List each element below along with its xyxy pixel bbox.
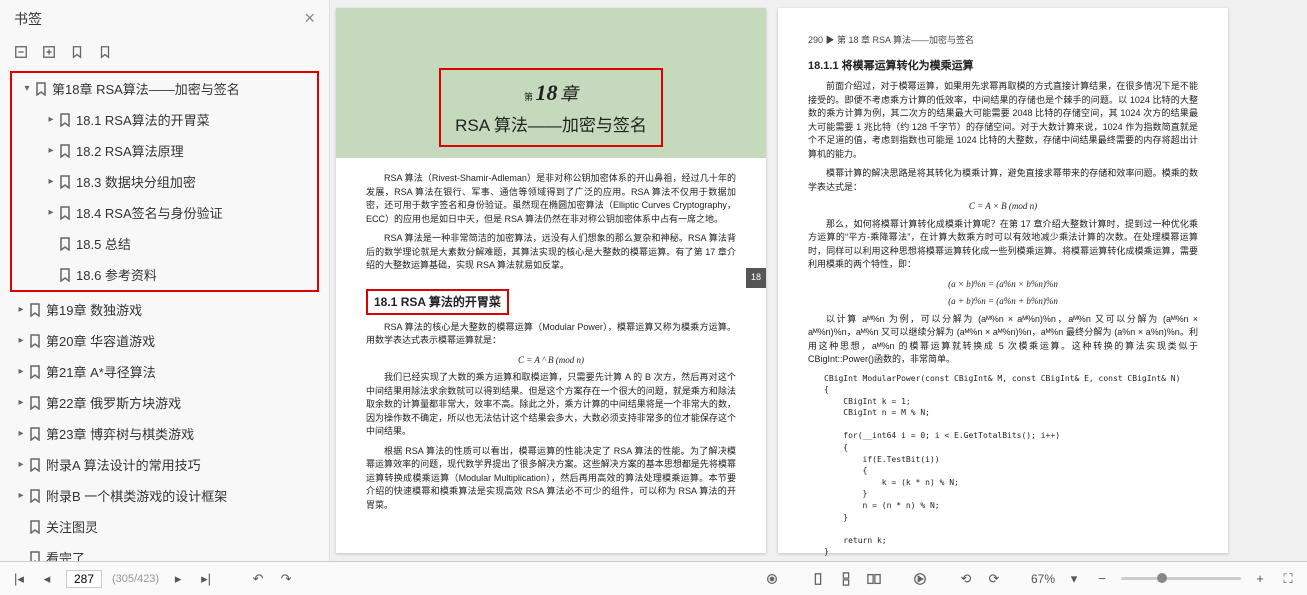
zoom-level[interactable]: 67% xyxy=(1031,572,1055,586)
read-mode-icon[interactable] xyxy=(763,571,781,587)
rotate-left-icon[interactable]: ⟲ xyxy=(957,571,975,587)
section-heading: 18.1 RSA 算法的开胃菜 xyxy=(366,289,509,315)
bookmark-glyph-icon xyxy=(58,175,72,189)
zoom-out-icon[interactable]: − xyxy=(1093,571,1111,586)
bookmark-glyph-icon xyxy=(28,520,42,534)
bookmark-item[interactable]: ▸ 18.4 RSA签名与身份验证 xyxy=(12,197,317,228)
prev-page-icon[interactable]: ◂ xyxy=(38,571,56,587)
bookmark-item[interactable]: ▾ 第18章 RSA算法——加密与签名 xyxy=(12,73,317,104)
last-page-icon[interactable]: ▸| xyxy=(197,571,215,587)
chapter-title-block: 第 18 章 RSA 算法——加密与签名 xyxy=(439,68,663,147)
bookmark-item[interactable]: ▸ 附录B 一个棋类游戏的设计框架 xyxy=(6,480,323,511)
bookmark-glyph-icon xyxy=(34,82,48,96)
bookmark-glyph-icon xyxy=(28,365,42,379)
bookmark-item[interactable]: ▸ 第22章 俄罗斯方块游戏 xyxy=(6,387,323,418)
bookmark-glyph-icon xyxy=(28,458,42,472)
expand-icon[interactable]: ▸ xyxy=(14,335,28,346)
code-block: CBigInt ModularPower(const CBigInt& M, c… xyxy=(824,373,1198,559)
page-left: 18 第 18 章 RSA 算法——加密与签名 RSA 算法（Rivest-Sh… xyxy=(336,8,766,553)
bookmark-item[interactable]: ▸ 第19章 数独游戏 xyxy=(6,294,323,325)
bookmark-glyph-icon xyxy=(58,113,72,127)
bookmark-item[interactable]: ▸ 18.2 RSA算法原理 xyxy=(12,135,317,166)
bookmark-item[interactable]: 18.5 总结 xyxy=(12,228,317,259)
zoom-slider[interactable] xyxy=(1121,577,1241,580)
bookmark-glyph-icon xyxy=(58,144,72,158)
first-page-icon[interactable]: |◂ xyxy=(10,571,28,587)
bookmark-item[interactable]: 18.6 参考资料 xyxy=(12,259,317,290)
bottom-toolbar: |◂ ◂ (305/423) ▸ ▸| ↶ ↷ ⟲ ⟳ 67% ▾ − + ⛶ xyxy=(0,561,1307,595)
bookmark-label: 第20章 华容道游戏 xyxy=(46,331,155,350)
bookmark-label: 18.6 参考资料 xyxy=(76,265,157,284)
expand-icon[interactable]: ▸ xyxy=(44,176,58,187)
bookmark-glyph-icon xyxy=(28,303,42,317)
single-page-icon[interactable] xyxy=(809,571,827,587)
fullscreen-icon[interactable]: ⛶ xyxy=(1279,571,1297,587)
next-page-icon[interactable]: ▸ xyxy=(169,571,187,587)
facing-icon[interactable] xyxy=(865,571,883,587)
bookmark-item[interactable]: ▸ 18.1 RSA算法的开胃菜 xyxy=(12,104,317,135)
expand-icon[interactable]: ▸ xyxy=(14,304,28,315)
bookmark-label: 18.5 总结 xyxy=(76,234,131,253)
expand-icon[interactable]: ▸ xyxy=(14,397,28,408)
bookmark-item[interactable]: ▸ 第21章 A*寻径算法 xyxy=(6,356,323,387)
bookmark-label: 附录A 算法设计的常用技巧 xyxy=(46,455,201,474)
bookmark-label: 18.4 RSA签名与身份验证 xyxy=(76,203,223,222)
bookmark-glyph-icon xyxy=(58,268,72,282)
collapse-all-icon[interactable] xyxy=(42,43,56,59)
bookmark-glyph-icon xyxy=(28,396,42,410)
bookmarks-title: 书签 xyxy=(14,9,42,29)
expand-icon[interactable]: ▸ xyxy=(44,145,58,156)
bookmark-item[interactable]: ▸ 第23章 博弈树与棋类游戏 xyxy=(6,418,323,449)
page-view[interactable]: 18 第 18 章 RSA 算法——加密与签名 RSA 算法（Rivest-Sh… xyxy=(330,0,1307,561)
zoom-dropdown-icon[interactable]: ▾ xyxy=(1065,571,1083,587)
bookmark-label: 看完了 xyxy=(46,548,85,561)
continuous-icon[interactable] xyxy=(837,571,855,587)
bookmark-item[interactable]: ▸ 附录A 算法设计的常用技巧 xyxy=(6,449,323,480)
bookmark-item[interactable]: ▸ 第20章 华容道游戏 xyxy=(6,325,323,356)
bookmark-label: 18.2 RSA算法原理 xyxy=(76,141,184,160)
bookmark-glyph-icon xyxy=(28,551,42,561)
expand-icon[interactable]: ▸ xyxy=(44,114,58,125)
bookmark-add-icon[interactable] xyxy=(70,43,84,59)
auto-scroll-icon[interactable] xyxy=(911,571,929,587)
expand-icon[interactable]: ▸ xyxy=(14,459,28,470)
close-icon[interactable]: × xyxy=(304,8,315,29)
page-info: (305/423) xyxy=(112,573,159,585)
bookmark-label: 第18章 RSA算法——加密与签名 xyxy=(52,79,240,98)
redo-view-icon[interactable]: ↷ xyxy=(277,571,295,587)
undo-view-icon[interactable]: ↶ xyxy=(249,571,267,587)
bookmark-label: 18.3 数据块分组加密 xyxy=(76,172,196,191)
page-header: 290 ▶ 第 18 章 RSA 算法——加密与签名 xyxy=(808,34,1198,48)
bookmark-label: 第19章 数独游戏 xyxy=(46,300,142,319)
rotate-right-icon[interactable]: ⟳ xyxy=(985,571,1003,587)
bookmark-glyph-icon xyxy=(28,489,42,503)
bookmark-icon[interactable] xyxy=(98,43,112,59)
bookmark-label: 附录B 一个棋类游戏的设计框架 xyxy=(46,486,227,505)
expand-icon[interactable]: ▸ xyxy=(14,366,28,377)
bookmarks-panel: 书签 × ▾ 第18章 RSA算法——加密与签名 ▸ 18.1 RSA算法的开胃菜 ▸ 1… xyxy=(0,0,330,561)
bookmark-label: 第21章 A*寻径算法 xyxy=(46,362,156,381)
bookmark-glyph-icon xyxy=(28,427,42,441)
page-input[interactable] xyxy=(66,570,102,588)
bookmark-tree: ▾ 第18章 RSA算法——加密与签名 ▸ 18.1 RSA算法的开胃菜 ▸ 18.2 R… xyxy=(0,69,329,561)
bookmark-label: 第23章 博弈树与棋类游戏 xyxy=(46,424,194,443)
expand-icon[interactable]: ▸ xyxy=(14,490,28,501)
bookmark-glyph-icon xyxy=(58,206,72,220)
bookmark-label: 关注图灵 xyxy=(46,517,98,536)
page-right: 290 ▶ 第 18 章 RSA 算法——加密与签名 18.1.1 将模幂运算转… xyxy=(778,8,1228,553)
expand-icon[interactable]: ▾ xyxy=(20,83,34,94)
bookmark-item[interactable]: 看完了 xyxy=(6,542,323,561)
bookmark-item[interactable]: ▸ 18.3 数据块分组加密 xyxy=(12,166,317,197)
bookmark-label: 18.1 RSA算法的开胃菜 xyxy=(76,110,210,129)
bookmark-item[interactable]: 关注图灵 xyxy=(6,511,323,542)
bookmark-glyph-icon xyxy=(28,334,42,348)
chapter-tab: 18 xyxy=(746,268,766,288)
expand-icon[interactable]: ▸ xyxy=(44,207,58,218)
expand-icon[interactable]: ▸ xyxy=(14,428,28,439)
expand-all-icon[interactable] xyxy=(14,43,28,59)
bookmark-label: 第22章 俄罗斯方块游戏 xyxy=(46,393,181,412)
bookmark-glyph-icon xyxy=(58,237,72,251)
zoom-in-icon[interactable]: + xyxy=(1251,571,1269,586)
